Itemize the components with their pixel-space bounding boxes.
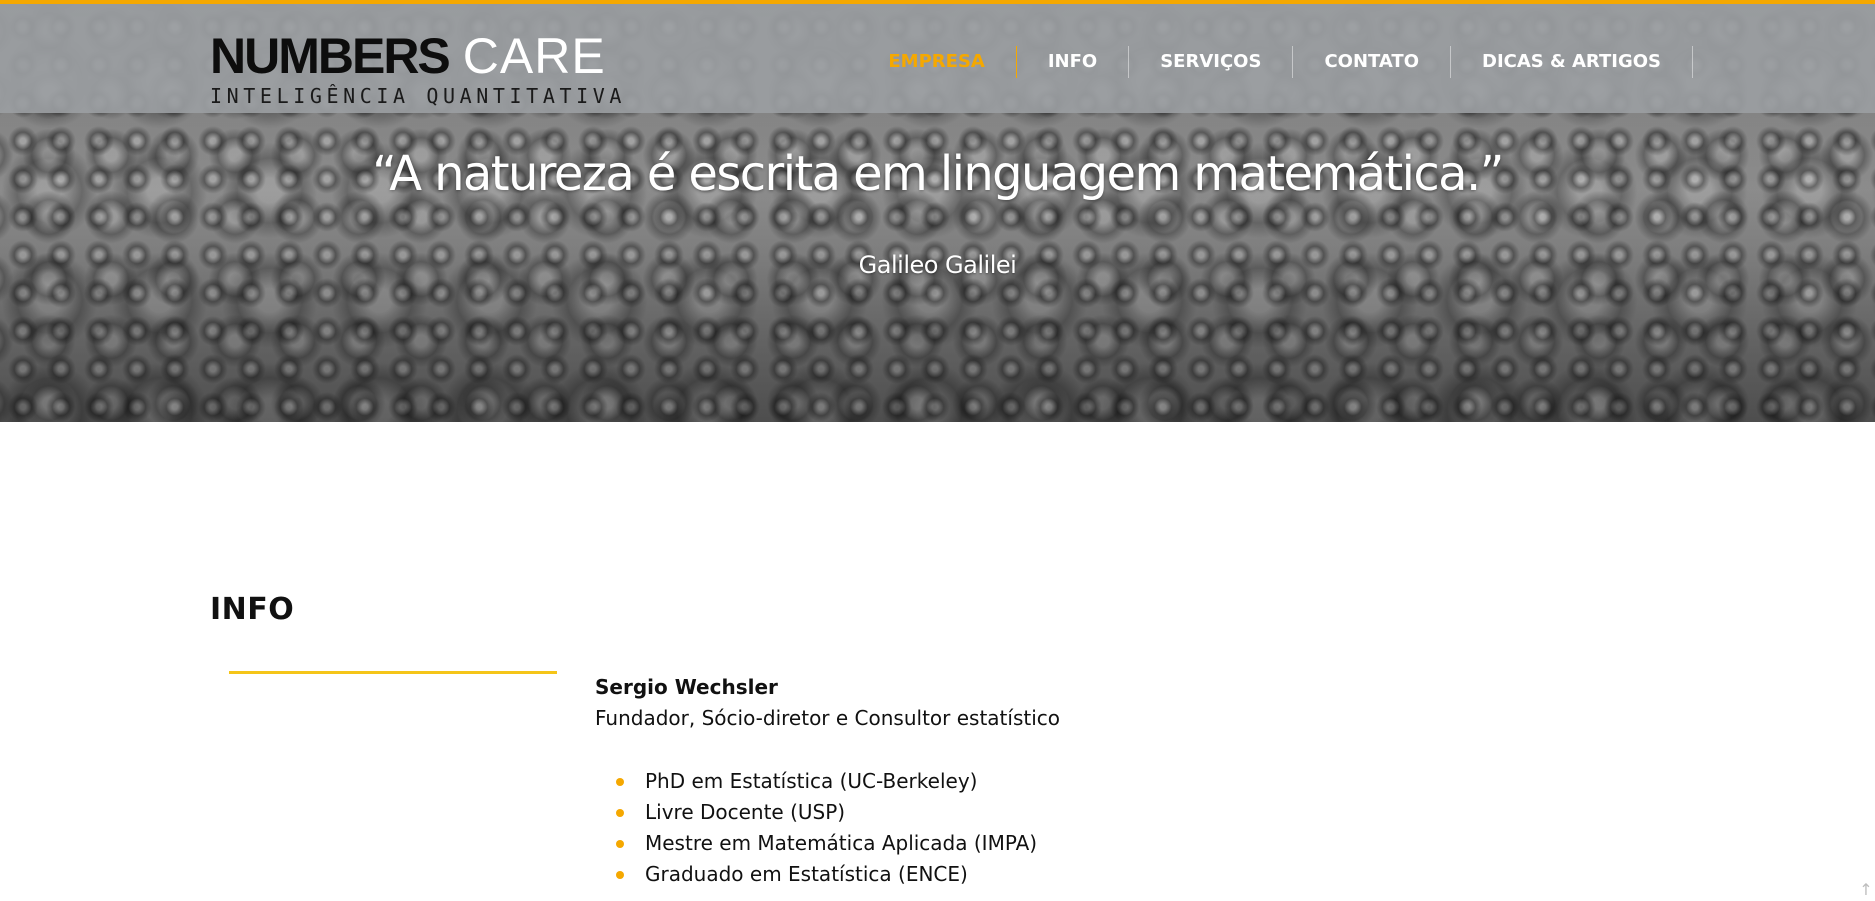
section-title-info: INFO — [210, 592, 295, 627]
credential-text: PhD em Estatística (UC-Berkeley) — [645, 769, 978, 793]
credential-text: Livre Docente (USP) — [645, 800, 846, 824]
bullet-icon — [616, 809, 624, 817]
hero-quote-author: Galileo Galilei — [858, 251, 1017, 279]
logo-wordmark: NUMBERS CARE — [210, 30, 606, 82]
nav-item-info[interactable]: INFO — [1017, 46, 1130, 78]
list-item: Livre Docente (USP) — [595, 797, 1495, 828]
bullet-icon — [616, 871, 624, 879]
person-role: Fundador, Sócio-diretor e Consultor esta… — [595, 706, 1061, 730]
nav-item-dicas-artigos[interactable]: DICAS & ARTIGOS — [1451, 46, 1693, 78]
credentials-list: PhD em Estatística (UC-Berkeley) Livre D… — [595, 766, 1495, 890]
nav-item-empresa[interactable]: EMPRESA — [857, 46, 1017, 78]
person-name: Sergio Wechsler — [595, 675, 778, 699]
list-item: Graduado em Estatística (ENCE) — [595, 859, 1495, 890]
hero-quote: “A natureza é escrita em linguagem matem… — [372, 146, 1504, 202]
list-item: PhD em Estatística (UC-Berkeley) — [595, 766, 1495, 797]
list-item: Mestre em Matemática Aplicada (IMPA) — [595, 828, 1495, 859]
logo-care: CARE — [462, 28, 606, 84]
logo-numbers: NUMBERS — [210, 28, 451, 84]
bullet-icon — [616, 778, 624, 786]
site-logo[interactable]: NUMBERS CARE INTELIGÊNCIA QUANTITATIVA — [210, 30, 621, 110]
credential-text: Graduado em Estatística (ENCE) — [645, 862, 968, 886]
arrow-up-icon[interactable]: ↑ — [1857, 881, 1875, 899]
logo-tagline: INTELIGÊNCIA QUANTITATIVA — [210, 84, 627, 108]
credential-text: Mestre em Matemática Aplicada (IMPA) — [645, 831, 1038, 855]
top-navigation-bar: NUMBERS CARE INTELIGÊNCIA QUANTITATIVA EM… — [0, 0, 1875, 113]
nav-item-contato[interactable]: CONTATO — [1293, 46, 1452, 78]
nav-item-servicos[interactable]: SERVIÇOS — [1129, 46, 1294, 78]
bullet-icon — [616, 840, 624, 848]
person-profile: Sergio Wechsler Fundador, Sócio-diretor … — [595, 672, 1495, 890]
section-divider — [229, 671, 557, 674]
main-nav: EMPRESA INFO SERVIÇOS CONTATO DICAS & AR… — [857, 46, 1693, 78]
